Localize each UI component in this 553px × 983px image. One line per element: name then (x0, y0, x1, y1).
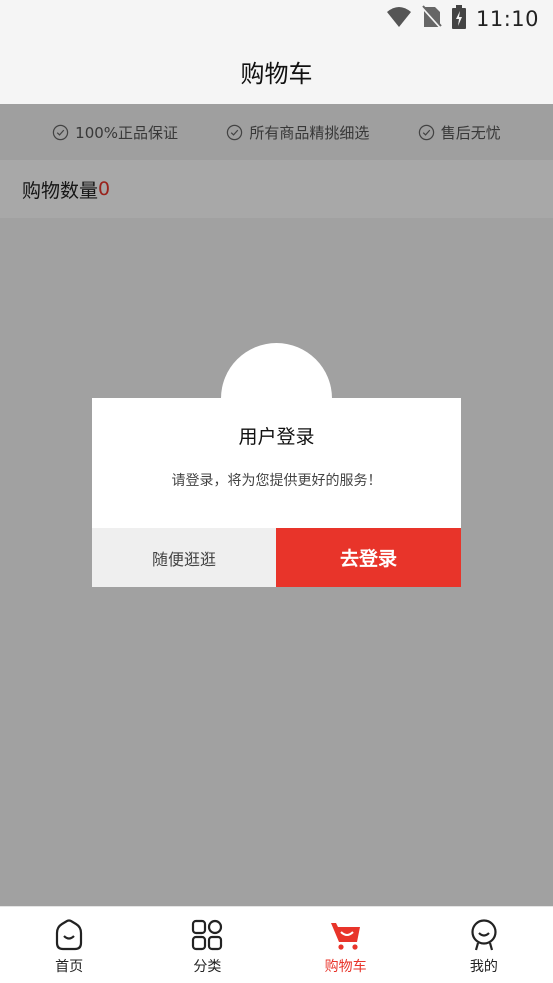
browse-button[interactable]: 随便逛逛 (92, 528, 276, 587)
dialog-title: 用户登录 (238, 426, 315, 448)
home-face-icon (56, 919, 83, 951)
nav-item-home[interactable]: 首页 (0, 907, 138, 983)
status-time: 11:10 (475, 7, 539, 31)
profile-icon (471, 919, 497, 951)
nav-item-profile[interactable]: 我的 (415, 907, 553, 983)
no-sim-icon (422, 5, 442, 33)
cart-icon (330, 923, 360, 950)
bottom-nav: 首页 分类 购物车 我的 (0, 906, 553, 983)
nav-label-cart: 购物车 (324, 959, 367, 975)
wifi-icon (386, 6, 412, 32)
nav-label-category: 分类 (193, 959, 222, 975)
nav-item-cart[interactable]: 购物车 (277, 907, 415, 983)
status-icons: 11:10 (386, 5, 539, 33)
dialog-message: 请登录，将为您提供更好的服务！ (171, 473, 382, 489)
battery-charging-icon (451, 5, 466, 33)
nav-item-category[interactable]: 分类 (138, 907, 276, 983)
nav-label-profile: 我的 (469, 959, 498, 975)
login-button[interactable]: 去登录 (276, 528, 461, 587)
page-header: 购物车 (0, 38, 553, 104)
status-bar: 11:10 (0, 0, 553, 38)
page-title: 购物车 (240, 59, 313, 88)
login-dialog: 用户登录 请登录，将为您提供更好的服务！ 随便逛逛 去登录 (92, 398, 461, 587)
dialog-actions: 随便逛逛 去登录 (92, 528, 461, 587)
nav-label-home: 首页 (55, 959, 84, 975)
category-grid-icon (192, 919, 223, 951)
